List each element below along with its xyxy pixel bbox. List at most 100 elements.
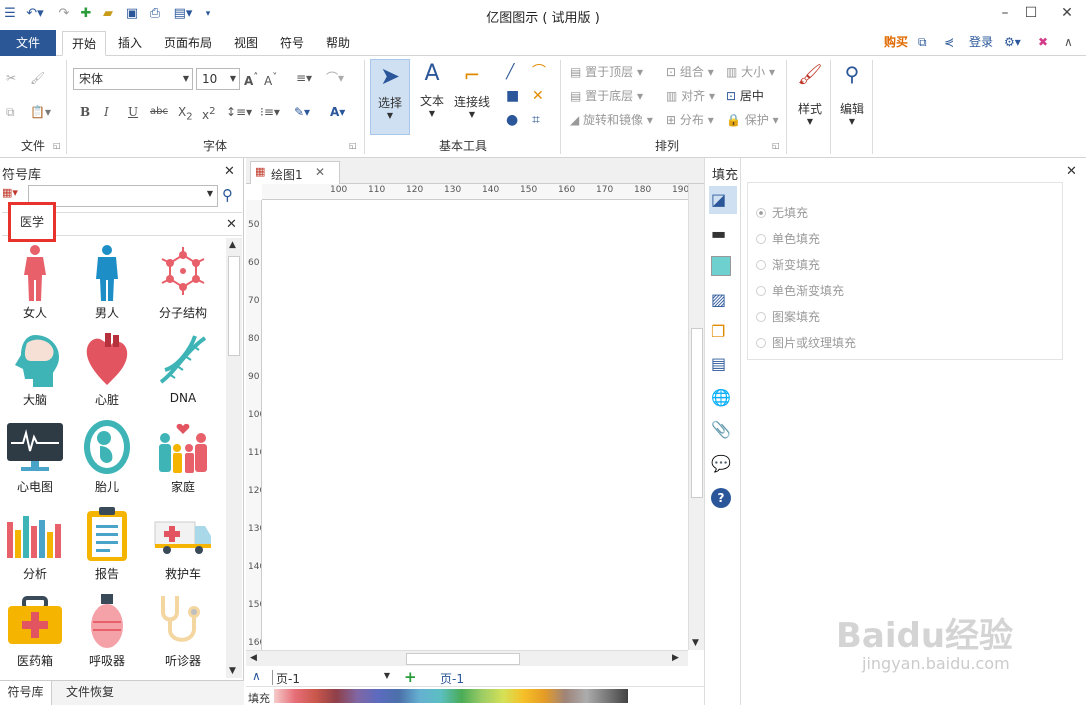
- line-tool-icon[interactable]: ╱: [506, 64, 514, 80]
- tab-help[interactable]: 帮助: [320, 31, 356, 56]
- canvas-horizontal-scrollbar[interactable]: ◀ ▶: [246, 650, 688, 666]
- search-icon[interactable]: ⚲: [222, 186, 233, 204]
- bring-to-front-button[interactable]: ▤ 置于顶层 ▾: [570, 64, 643, 80]
- scroll-thumb[interactable]: [406, 653, 520, 665]
- arrange-group-launcher-icon[interactable]: ◱: [772, 141, 780, 150]
- login-link[interactable]: 登录: [969, 34, 993, 50]
- chevron-up-icon[interactable]: ∧: [252, 669, 261, 683]
- minimize-button[interactable]: –: [994, 3, 1016, 23]
- radio-no-fill[interactable]: 无填充: [756, 204, 808, 221]
- paste-icon[interactable]: 📋▾: [30, 104, 51, 120]
- scroll-thumb[interactable]: [228, 256, 240, 356]
- page-properties-icon[interactable]: ▤: [711, 354, 733, 376]
- shrink-font-icon[interactable]: A˅: [264, 70, 277, 89]
- symbol-respirator[interactable]: 呼吸器: [72, 590, 142, 669]
- ellipse-tool-icon[interactable]: ●: [506, 112, 518, 128]
- radio-picture-fill[interactable]: 图片或纹理填充: [756, 334, 856, 351]
- scroll-left-icon[interactable]: ◀: [250, 653, 257, 663]
- add-page-icon[interactable]: +: [404, 668, 417, 686]
- category-header[interactable]: 医学 ✕: [2, 202, 242, 242]
- copy-icon[interactable]: ⧉: [6, 104, 15, 120]
- symbol-molecule[interactable]: 分子结构: [148, 242, 218, 321]
- settings-icon[interactable]: ⚙▾: [1004, 34, 1021, 50]
- layers-icon[interactable]: ❐: [711, 322, 733, 344]
- tab-file-recovery[interactable]: 文件恢复: [58, 681, 122, 703]
- tab-symbols[interactable]: 符号: [274, 31, 310, 56]
- help-icon[interactable]: ?: [711, 488, 731, 508]
- attachment-icon[interactable]: 📎: [711, 420, 733, 442]
- library-scrollbar[interactable]: ▲ ▼: [226, 238, 242, 678]
- tab-insert[interactable]: 插入: [112, 31, 148, 56]
- radio-solid-fill[interactable]: 单色填充: [756, 230, 820, 247]
- send-to-back-button[interactable]: ▤ 置于底层 ▾: [570, 88, 643, 104]
- symbol-dna[interactable]: DNA: [148, 329, 218, 405]
- symbol-medicine-box[interactable]: 医药箱: [0, 590, 70, 669]
- select-tool-button[interactable]: ➤ 选择 ▼: [370, 59, 410, 135]
- tab-symbol-library[interactable]: 符号库: [0, 681, 52, 705]
- symbol-ecg[interactable]: 心电图: [0, 416, 70, 495]
- scroll-up-icon[interactable]: ▲: [229, 240, 236, 250]
- file-group-launcher-icon[interactable]: ◱: [53, 141, 61, 150]
- document-tab[interactable]: ▦ 绘图1 ✕: [250, 161, 340, 184]
- symbol-analysis[interactable]: 分析: [0, 503, 70, 582]
- drawing-page[interactable]: [263, 201, 688, 649]
- superscript-icon[interactable]: x2: [202, 104, 215, 123]
- page-tab[interactable]: 页-1: [440, 670, 464, 687]
- cut-icon[interactable]: ✂: [6, 70, 16, 86]
- protect-button[interactable]: 🔒 保护 ▾: [726, 112, 779, 128]
- fill-bucket-icon[interactable]: ◪: [711, 190, 733, 212]
- canvas-vertical-scrollbar[interactable]: ▼: [688, 184, 704, 650]
- search-input[interactable]: ▼: [28, 185, 218, 207]
- group-button[interactable]: ⊡ 组合 ▾: [666, 64, 714, 80]
- comment-icon[interactable]: 💬: [711, 454, 733, 476]
- close-icon[interactable]: ✕: [224, 164, 235, 179]
- font-family-select[interactable]: 宋体 ▼: [73, 68, 193, 90]
- screen-icon[interactable]: ⧉: [918, 34, 927, 50]
- radio-single-gradient-fill[interactable]: 单色渐变填充: [756, 282, 844, 299]
- share-icon[interactable]: ⋞: [944, 34, 954, 50]
- symbol-family[interactable]: 家庭: [148, 416, 218, 495]
- text-tool-button[interactable]: A 文本 ▼: [414, 59, 450, 135]
- rectangle-tool-icon[interactable]: ■: [506, 88, 519, 104]
- symbol-ambulance[interactable]: 救护车: [148, 503, 218, 582]
- font-color-icon[interactable]: A▾: [330, 104, 345, 120]
- font-group-launcher-icon[interactable]: ◱: [349, 141, 357, 150]
- collapse-ribbon-icon[interactable]: ∧: [1064, 34, 1073, 50]
- symbol-brain[interactable]: 大脑: [0, 329, 70, 408]
- rotate-mirror-button[interactable]: ◢ 旋转和镜像 ▾: [570, 112, 653, 128]
- point-tool-icon[interactable]: ✕: [532, 88, 544, 104]
- close-button[interactable]: ✕: [1056, 3, 1078, 23]
- tab-page-layout[interactable]: 页面布局: [158, 31, 218, 56]
- scroll-thumb[interactable]: [691, 328, 703, 498]
- shadow-icon[interactable]: [711, 256, 731, 276]
- page-selector[interactable]: 页-1 ▼: [272, 670, 390, 686]
- distribute-button[interactable]: ⊞ 分布 ▾: [666, 112, 714, 128]
- radio-gradient-fill[interactable]: 渐变填充: [756, 256, 820, 273]
- maximize-button[interactable]: ☐: [1020, 3, 1042, 23]
- scroll-down-icon[interactable]: ▼: [229, 666, 236, 676]
- strikethrough-icon[interactable]: abc: [150, 104, 168, 120]
- close-icon[interactable]: ✕: [315, 165, 325, 179]
- curve-text-icon[interactable]: ⌒▾: [326, 70, 344, 86]
- symbol-report[interactable]: 报告: [72, 503, 142, 582]
- style-button[interactable]: 🖌 样式 ▼: [792, 62, 828, 142]
- symbol-woman[interactable]: 女人: [0, 242, 70, 321]
- line-spacing-icon[interactable]: ↕≡▾: [226, 104, 252, 120]
- underline-icon[interactable]: U: [128, 104, 138, 120]
- highlight-icon[interactable]: ✎▾: [294, 104, 310, 120]
- image-icon[interactable]: ▨: [711, 290, 733, 312]
- arc-tool-icon[interactable]: ⌒: [532, 64, 546, 80]
- grow-font-icon[interactable]: A˄: [244, 70, 258, 89]
- format-painter-icon[interactable]: 🖌: [30, 70, 45, 86]
- connector-tool-button[interactable]: ⌐ 连接线 ▼: [452, 59, 492, 135]
- align-button[interactable]: ▥ 对齐 ▾: [666, 88, 715, 104]
- bullets-icon[interactable]: ⁝≡▾: [260, 104, 280, 120]
- buy-link[interactable]: 购买: [884, 34, 908, 50]
- size-button[interactable]: ▥ 大小 ▾: [726, 64, 775, 80]
- close-icon[interactable]: ✕: [226, 217, 237, 232]
- color-swatches[interactable]: [274, 689, 628, 703]
- tab-home[interactable]: 开始: [62, 31, 106, 56]
- italic-icon[interactable]: I: [104, 104, 109, 120]
- tab-view[interactable]: 视图: [228, 31, 264, 56]
- crop-tool-icon[interactable]: ⌗: [532, 112, 540, 128]
